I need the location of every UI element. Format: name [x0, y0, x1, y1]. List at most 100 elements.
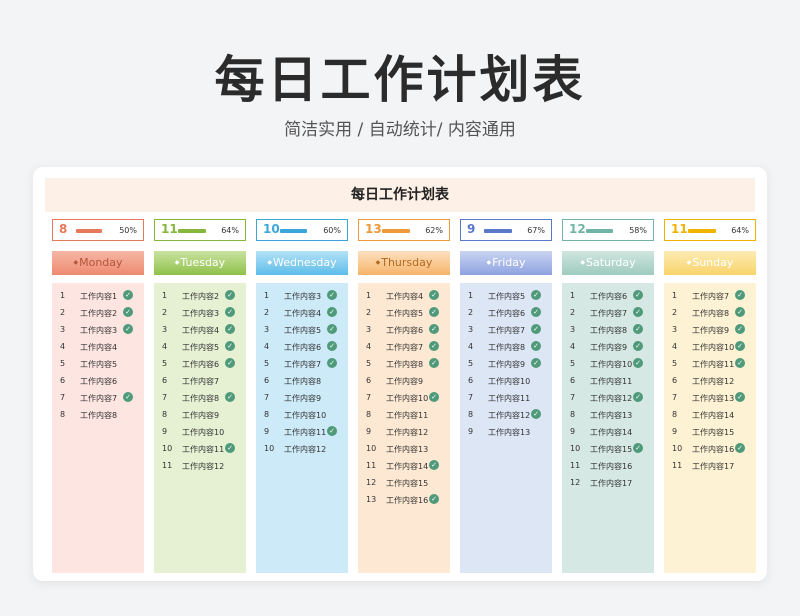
check-icon[interactable]: ✓ [429, 494, 439, 504]
check-icon[interactable]: ✓ [633, 290, 643, 300]
task-row[interactable]: 9 工作内容14 [562, 424, 654, 441]
task-row[interactable]: 5 工作内容6 ✓ [154, 356, 246, 373]
task-row[interactable]: 7 工作内容13 ✓ [664, 390, 756, 407]
check-icon[interactable]: ✓ [123, 324, 133, 334]
check-icon[interactable]: ✓ [327, 426, 337, 436]
task-row[interactable]: 9 工作内容12 [358, 424, 450, 441]
task-row[interactable]: 12 工作内容15 [358, 475, 450, 492]
task-row[interactable]: 2 工作内容7 ✓ [562, 305, 654, 322]
task-row[interactable]: 5 工作内容8 ✓ [358, 356, 450, 373]
task-row[interactable]: 2 工作内容5 ✓ [358, 305, 450, 322]
task-row[interactable]: 3 工作内容4 ✓ [154, 322, 246, 339]
check-icon[interactable]: ✓ [531, 290, 541, 300]
task-row[interactable]: 5 工作内容11 ✓ [664, 356, 756, 373]
task-row[interactable]: 3 工作内容7 ✓ [460, 322, 552, 339]
task-row[interactable]: 2 工作内容4 ✓ [256, 305, 348, 322]
task-row[interactable]: 4 工作内容4 [52, 339, 144, 356]
task-row[interactable]: 4 工作内容8 ✓ [460, 339, 552, 356]
task-row[interactable]: 3 工作内容3 ✓ [52, 322, 144, 339]
check-icon[interactable]: ✓ [531, 324, 541, 334]
task-row[interactable]: 1 工作内容4 ✓ [358, 288, 450, 305]
task-row[interactable]: 10 工作内容12 [256, 441, 348, 458]
check-icon[interactable]: ✓ [633, 324, 643, 334]
check-icon[interactable]: ✓ [735, 341, 745, 351]
task-row[interactable]: 13 工作内容16 ✓ [358, 492, 450, 509]
task-row[interactable]: 9 工作内容15 [664, 424, 756, 441]
task-row[interactable]: 3 工作内容5 ✓ [256, 322, 348, 339]
task-row[interactable]: 7 工作内容10 ✓ [358, 390, 450, 407]
task-row[interactable]: 6 工作内容12 [664, 373, 756, 390]
task-row[interactable]: 1 工作内容6 ✓ [562, 288, 654, 305]
task-row[interactable]: 9 工作内容13 [460, 424, 552, 441]
task-row[interactable]: 8 工作内容13 [562, 407, 654, 424]
check-icon[interactable]: ✓ [123, 290, 133, 300]
check-icon[interactable]: ✓ [225, 443, 235, 453]
task-row[interactable]: 5 工作内容10 ✓ [562, 356, 654, 373]
task-row[interactable]: 2 工作内容2 ✓ [52, 305, 144, 322]
check-icon[interactable]: ✓ [633, 341, 643, 351]
check-icon[interactable]: ✓ [327, 358, 337, 368]
check-icon[interactable]: ✓ [735, 443, 745, 453]
task-row[interactable]: 8 工作内容9 [154, 407, 246, 424]
check-icon[interactable]: ✓ [429, 290, 439, 300]
check-icon[interactable]: ✓ [633, 358, 643, 368]
task-row[interactable]: 2 工作内容8 ✓ [664, 305, 756, 322]
check-icon[interactable]: ✓ [327, 307, 337, 317]
task-row[interactable]: 6 工作内容10 [460, 373, 552, 390]
check-icon[interactable]: ✓ [429, 460, 439, 470]
check-icon[interactable]: ✓ [633, 307, 643, 317]
task-row[interactable]: 6 工作内容8 [256, 373, 348, 390]
task-row[interactable]: 5 工作内容7 ✓ [256, 356, 348, 373]
task-row[interactable]: 6 工作内容11 [562, 373, 654, 390]
check-icon[interactable]: ✓ [429, 392, 439, 402]
task-row[interactable]: 7 工作内容7 ✓ [52, 390, 144, 407]
task-row[interactable]: 8 工作内容12 ✓ [460, 407, 552, 424]
check-icon[interactable]: ✓ [429, 341, 439, 351]
check-icon[interactable]: ✓ [123, 392, 133, 402]
task-row[interactable]: 7 工作内容11 [460, 390, 552, 407]
task-row[interactable]: 11 工作内容14 ✓ [358, 458, 450, 475]
task-row[interactable]: 6 工作内容7 [154, 373, 246, 390]
task-row[interactable]: 8 工作内容10 [256, 407, 348, 424]
task-row[interactable]: 9 工作内容10 [154, 424, 246, 441]
task-row[interactable]: 2 工作内容3 ✓ [154, 305, 246, 322]
task-row[interactable]: 5 工作内容9 ✓ [460, 356, 552, 373]
check-icon[interactable]: ✓ [327, 290, 337, 300]
task-row[interactable]: 1 工作内容1 ✓ [52, 288, 144, 305]
task-row[interactable]: 7 工作内容9 [256, 390, 348, 407]
check-icon[interactable]: ✓ [327, 324, 337, 334]
task-row[interactable]: 3 工作内容9 ✓ [664, 322, 756, 339]
check-icon[interactable]: ✓ [123, 307, 133, 317]
check-icon[interactable]: ✓ [225, 307, 235, 317]
task-row[interactable]: 11 工作内容17 [664, 458, 756, 475]
check-icon[interactable]: ✓ [429, 358, 439, 368]
task-row[interactable]: 8 工作内容14 [664, 407, 756, 424]
check-icon[interactable]: ✓ [225, 290, 235, 300]
task-row[interactable]: 10 工作内容13 [358, 441, 450, 458]
check-icon[interactable]: ✓ [735, 324, 745, 334]
task-row[interactable]: 4 工作内容5 ✓ [154, 339, 246, 356]
check-icon[interactable]: ✓ [633, 443, 643, 453]
task-row[interactable]: 6 工作内容9 [358, 373, 450, 390]
check-icon[interactable]: ✓ [225, 358, 235, 368]
task-row[interactable]: 4 工作内容10 ✓ [664, 339, 756, 356]
task-row[interactable]: 10 工作内容16 ✓ [664, 441, 756, 458]
task-row[interactable]: 8 工作内容8 [52, 407, 144, 424]
check-icon[interactable]: ✓ [225, 341, 235, 351]
task-row[interactable]: 4 工作内容6 ✓ [256, 339, 348, 356]
task-row[interactable]: 5 工作内容5 [52, 356, 144, 373]
check-icon[interactable]: ✓ [735, 290, 745, 300]
check-icon[interactable]: ✓ [735, 358, 745, 368]
check-icon[interactable]: ✓ [327, 341, 337, 351]
task-row[interactable]: 1 工作内容3 ✓ [256, 288, 348, 305]
task-row[interactable]: 1 工作内容7 ✓ [664, 288, 756, 305]
task-row[interactable]: 7 工作内容12 ✓ [562, 390, 654, 407]
task-row[interactable]: 4 工作内容7 ✓ [358, 339, 450, 356]
check-icon[interactable]: ✓ [225, 392, 235, 402]
task-row[interactable]: 11 工作内容16 [562, 458, 654, 475]
task-row[interactable]: 3 工作内容6 ✓ [358, 322, 450, 339]
check-icon[interactable]: ✓ [633, 392, 643, 402]
task-row[interactable]: 11 工作内容12 [154, 458, 246, 475]
check-icon[interactable]: ✓ [531, 307, 541, 317]
task-row[interactable]: 7 工作内容8 ✓ [154, 390, 246, 407]
